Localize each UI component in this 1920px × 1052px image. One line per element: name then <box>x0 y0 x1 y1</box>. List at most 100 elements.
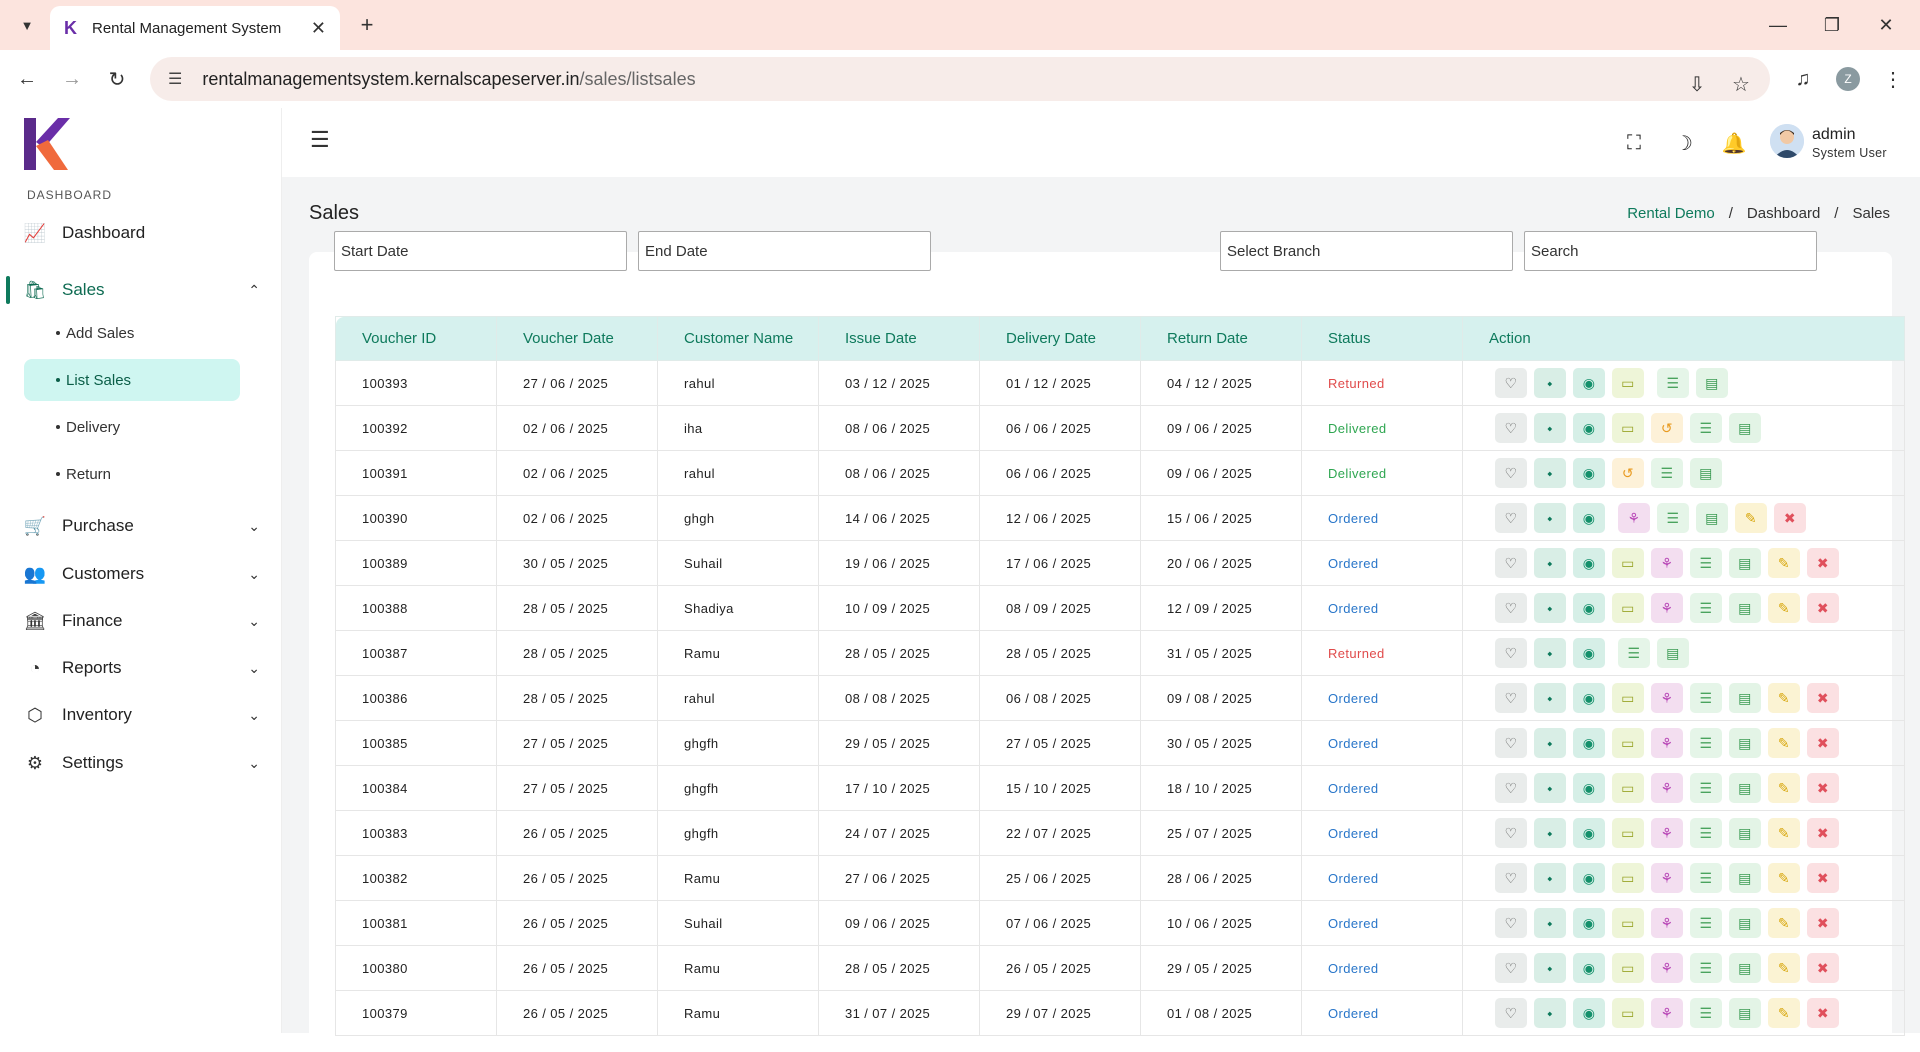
document-icon[interactable]: ▤ <box>1729 683 1761 713</box>
column-header[interactable]: Action <box>1462 316 1905 361</box>
list-icon[interactable]: ☰ <box>1657 368 1689 398</box>
delivery-bike-icon[interactable]: ⚘ <box>1651 773 1683 803</box>
share-icon[interactable]: ⬩ <box>1534 503 1566 533</box>
hamburger-menu-icon[interactable]: ☰ <box>310 129 334 151</box>
delete-icon[interactable]: ✖ <box>1807 953 1839 983</box>
sidebar-item-reports[interactable]: ◔ Reports ⌄ <box>24 653 264 683</box>
document-icon[interactable]: ▤ <box>1729 728 1761 758</box>
document-icon[interactable]: ▤ <box>1729 863 1761 893</box>
payment-card-icon[interactable]: ▭ <box>1612 548 1644 578</box>
sidebar-item-inventory[interactable]: ⬡ Inventory ⌄ <box>24 700 264 730</box>
sidebar-subitem-delivery[interactable]: Delivery <box>24 406 240 448</box>
list-icon[interactable]: ☰ <box>1690 413 1722 443</box>
payment-card-icon[interactable]: ▭ <box>1612 773 1644 803</box>
user-name[interactable]: admin <box>1812 126 1856 144</box>
delivery-bike-icon[interactable]: ⚘ <box>1651 998 1683 1028</box>
delivery-bike-icon[interactable]: ⚘ <box>1651 863 1683 893</box>
delete-icon[interactable]: ✖ <box>1807 683 1839 713</box>
view-eye-icon[interactable]: ◉ <box>1573 998 1605 1028</box>
fullscreen-icon[interactable]: ⛶ <box>1621 130 1647 156</box>
list-icon[interactable]: ☰ <box>1690 548 1722 578</box>
list-icon[interactable]: ☰ <box>1690 953 1722 983</box>
view-eye-icon[interactable]: ◉ <box>1573 953 1605 983</box>
edit-icon[interactable]: ✎ <box>1768 998 1800 1028</box>
share-icon[interactable]: ⬩ <box>1534 728 1566 758</box>
view-eye-icon[interactable]: ◉ <box>1573 638 1605 668</box>
delete-icon[interactable]: ✖ <box>1807 908 1839 938</box>
delivery-bike-icon[interactable]: ⚘ <box>1651 683 1683 713</box>
start-date-input[interactable] <box>334 231 627 271</box>
view-eye-icon[interactable]: ◉ <box>1573 593 1605 623</box>
delivery-bike-icon[interactable]: ⚘ <box>1651 818 1683 848</box>
sidebar-item-purchase[interactable]: 🛒 Purchase ⌄ <box>24 511 264 541</box>
search-input[interactable] <box>1524 231 1817 271</box>
list-icon[interactable]: ☰ <box>1690 998 1722 1028</box>
document-icon[interactable]: ▤ <box>1729 773 1761 803</box>
document-icon[interactable]: ▤ <box>1729 908 1761 938</box>
chevron-down-icon[interactable]: ⌄ <box>248 613 260 630</box>
delivery-bike-icon[interactable]: ⚘ <box>1618 503 1650 533</box>
column-header[interactable]: Voucher Date <box>496 316 658 361</box>
view-eye-icon[interactable]: ◉ <box>1573 728 1605 758</box>
notification-bell-icon[interactable]: 🔔 <box>1721 130 1747 156</box>
sidebar-item-sales[interactable]: 🛍 Sales ⌃ <box>24 275 264 305</box>
sidebar-item-dashboard[interactable]: 📈 Dashboard <box>24 218 264 248</box>
edit-icon[interactable]: ✎ <box>1768 953 1800 983</box>
branch-select[interactable] <box>1220 231 1513 271</box>
chevron-down-icon[interactable]: ⌄ <box>248 518 260 535</box>
column-header[interactable]: Delivery Date <box>979 316 1141 361</box>
site-info-icon[interactable]: ☰ <box>168 69 182 89</box>
sidebar-subitem-return[interactable]: Return <box>24 453 240 495</box>
sidebar-item-customers[interactable]: 👥 Customers ⌄ <box>24 559 264 589</box>
sidebar-subitem-list-sales[interactable]: List Sales <box>24 359 240 401</box>
view-eye-icon[interactable]: ◉ <box>1573 818 1605 848</box>
payment-card-icon[interactable]: ▭ <box>1612 413 1644 443</box>
delivery-bike-icon[interactable]: ⚘ <box>1651 728 1683 758</box>
edit-icon[interactable]: ✎ <box>1768 683 1800 713</box>
document-icon[interactable]: ▤ <box>1690 458 1722 488</box>
list-icon[interactable]: ☰ <box>1690 728 1722 758</box>
document-icon[interactable]: ▤ <box>1729 593 1761 623</box>
share-icon[interactable]: ⬩ <box>1534 458 1566 488</box>
breadcrumb-dashboard[interactable]: Dashboard <box>1747 205 1820 222</box>
tab-close-icon[interactable]: ✕ <box>311 18 326 39</box>
view-eye-icon[interactable]: ◉ <box>1573 503 1605 533</box>
payment-card-icon[interactable]: ▭ <box>1612 593 1644 623</box>
like-heart-icon[interactable]: ♡ <box>1495 458 1527 488</box>
like-heart-icon[interactable]: ♡ <box>1495 503 1527 533</box>
like-heart-icon[interactable]: ♡ <box>1495 773 1527 803</box>
list-icon[interactable]: ☰ <box>1657 503 1689 533</box>
share-icon[interactable]: ⬩ <box>1534 683 1566 713</box>
delete-icon[interactable]: ✖ <box>1807 728 1839 758</box>
edit-icon[interactable]: ✎ <box>1768 548 1800 578</box>
like-heart-icon[interactable]: ♡ <box>1495 548 1527 578</box>
app-logo[interactable] <box>22 116 70 172</box>
share-icon[interactable]: ⬩ <box>1534 368 1566 398</box>
like-heart-icon[interactable]: ♡ <box>1495 413 1527 443</box>
payment-card-icon[interactable]: ▭ <box>1612 818 1644 848</box>
chevron-down-icon[interactable]: ⌄ <box>248 707 260 724</box>
restore-icon[interactable]: ❐ <box>1812 12 1852 38</box>
view-eye-icon[interactable]: ◉ <box>1573 683 1605 713</box>
like-heart-icon[interactable]: ♡ <box>1495 593 1527 623</box>
edit-icon[interactable]: ✎ <box>1768 773 1800 803</box>
share-icon[interactable]: ⬩ <box>1534 638 1566 668</box>
tab-search-chevron-icon[interactable]: ▼ <box>12 10 42 40</box>
document-icon[interactable]: ▤ <box>1729 548 1761 578</box>
install-app-icon[interactable]: ⇩ <box>1680 67 1714 101</box>
view-eye-icon[interactable]: ◉ <box>1573 548 1605 578</box>
like-heart-icon[interactable]: ♡ <box>1495 953 1527 983</box>
dark-mode-moon-icon[interactable]: ☽ <box>1671 130 1697 156</box>
return-icon[interactable]: ↺ <box>1612 458 1644 488</box>
payment-card-icon[interactable]: ▭ <box>1612 728 1644 758</box>
view-eye-icon[interactable]: ◉ <box>1573 863 1605 893</box>
like-heart-icon[interactable]: ♡ <box>1495 818 1527 848</box>
payment-card-icon[interactable]: ▭ <box>1612 953 1644 983</box>
delivery-bike-icon[interactable]: ⚘ <box>1651 908 1683 938</box>
window-close-icon[interactable]: ✕ <box>1866 12 1906 38</box>
edit-icon[interactable]: ✎ <box>1768 728 1800 758</box>
end-date-input[interactable] <box>638 231 931 271</box>
share-icon[interactable]: ⬩ <box>1534 818 1566 848</box>
new-tab-plus-icon[interactable]: + <box>352 10 382 40</box>
return-icon[interactable]: ↺ <box>1651 413 1683 443</box>
